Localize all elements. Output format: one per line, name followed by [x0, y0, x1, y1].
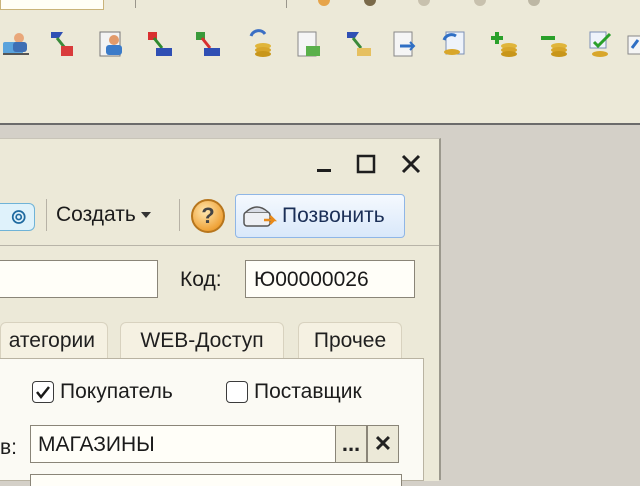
document-coins-icon[interactable] [293, 24, 327, 64]
add-coins-icon[interactable] [488, 24, 522, 64]
supplier-checkbox[interactable]: Поставщик [226, 380, 362, 404]
select-button[interactable]: ... [335, 425, 367, 463]
call-button[interactable]: Позвонить [235, 194, 405, 238]
tab-categories[interactable]: атегории [0, 322, 108, 358]
remove-coins-icon[interactable] [538, 24, 572, 64]
top-doc-icon[interactable] [418, 0, 430, 6]
group-label: в: [0, 436, 17, 459]
top-input-fragment[interactable] [0, 0, 104, 10]
buyer-checkbox[interactable]: Покупатель [32, 380, 173, 404]
buyer-label: Покупатель [60, 380, 173, 403]
tab-web-access[interactable]: WEB-Доступ [120, 322, 284, 358]
toolbar-separator [286, 0, 287, 8]
coins-refresh-icon[interactable] [244, 24, 278, 64]
form-toolbar: Создать ? Позвонить [0, 185, 439, 246]
top-orange-icon[interactable] [318, 0, 330, 6]
top-gear-icon[interactable] [528, 0, 540, 6]
toolbar-icon-row [0, 24, 640, 64]
transfer-doc-icon[interactable] [342, 24, 376, 64]
clear-button[interactable]: ✕ [367, 425, 399, 463]
email-icon [11, 210, 26, 224]
transfer-red-icon[interactable] [143, 24, 177, 64]
exchange-doc-icon[interactable] [46, 24, 80, 64]
transfer-green-icon[interactable] [191, 24, 225, 64]
kod-field[interactable]: Ю00000026 [245, 260, 415, 298]
supplier-check-box[interactable] [226, 381, 248, 403]
create-label: Создать [56, 203, 136, 226]
help-icon: ? [201, 203, 215, 228]
email-button[interactable] [0, 203, 35, 231]
top-dark-icon[interactable] [364, 0, 376, 6]
document-exchange-icon[interactable] [389, 24, 423, 64]
refresh-coins-icon[interactable] [437, 24, 471, 64]
name-field[interactable] [0, 260, 158, 298]
window-caption [0, 139, 439, 185]
top-toolbar-strip [0, 0, 640, 14]
chevron-down-icon [140, 212, 151, 218]
next-field-fragment[interactable] [30, 474, 402, 486]
create-dropdown-button[interactable]: Создать [56, 201, 152, 229]
toolbar-separator [179, 199, 180, 231]
call-label: Позвонить [282, 204, 385, 227]
edit-icon[interactable] [626, 24, 640, 64]
check-coins-icon[interactable] [585, 24, 619, 64]
phone-icon [243, 206, 278, 227]
form-body: Код: Ю00000026 атегории WEB-Доступ Проче… [0, 246, 439, 486]
main-toolbar [0, 0, 640, 125]
help-button[interactable]: ? [191, 199, 225, 233]
toolbar-separator [135, 0, 136, 8]
supplier-label: Поставщик [254, 380, 362, 403]
check-icon [36, 386, 50, 399]
group-field[interactable]: МАГАЗИНЫ [30, 425, 336, 463]
top-doc2-icon[interactable] [474, 0, 486, 6]
maximize-icon[interactable] [353, 151, 379, 177]
close-icon[interactable] [398, 151, 424, 177]
kod-label: Код: [180, 268, 222, 291]
counterparty-form-window: Создать ? Позвонить Код: Ю00000026 атего… [0, 138, 441, 486]
toolbar-separator [46, 199, 47, 231]
minimize-icon[interactable] [311, 151, 337, 177]
clients-icon[interactable] [0, 24, 34, 64]
buyer-check-box[interactable] [32, 381, 54, 403]
tab-other[interactable]: Прочее [298, 322, 402, 358]
client-card-icon[interactable] [95, 24, 129, 64]
